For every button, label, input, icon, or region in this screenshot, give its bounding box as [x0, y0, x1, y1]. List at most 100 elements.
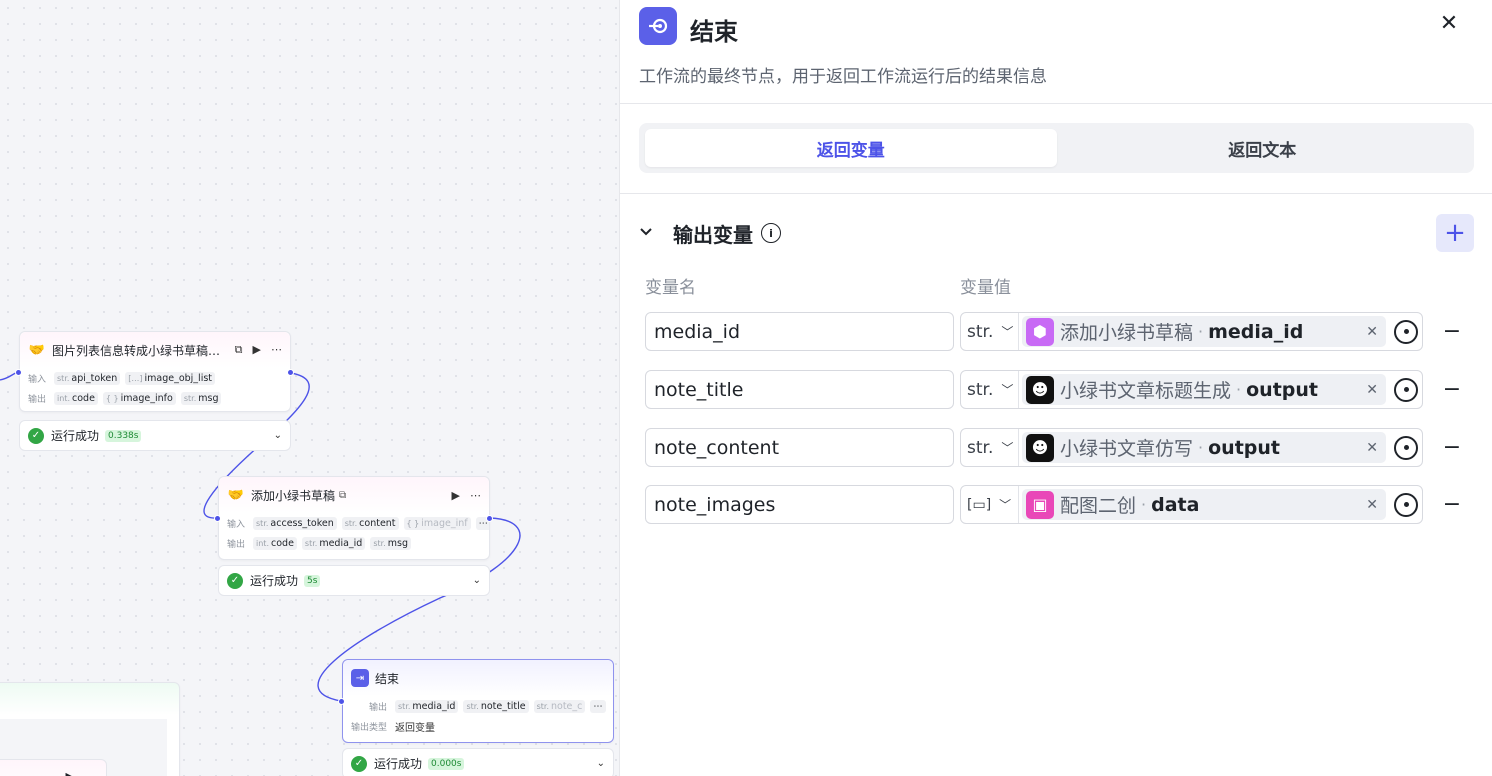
- param-tag: str. media_id: [395, 699, 459, 713]
- section-title: 输出变量: [673, 222, 753, 247]
- input-port[interactable]: [214, 515, 221, 522]
- image-edit-icon: ▣: [1026, 490, 1054, 519]
- node-inputs-row: 输入 str. access_token str. content { } image…: [219, 513, 489, 533]
- select-variable-icon[interactable]: [1394, 492, 1418, 517]
- output-variables-section-header: 输出变量 i +: [639, 213, 1474, 253]
- ref-separator: ·: [1198, 322, 1204, 341]
- chevron-down-icon: ﹀: [1001, 383, 1014, 397]
- node-header: ⇥ 结束: [343, 660, 613, 696]
- success-icon: ✓: [351, 755, 367, 772]
- param-tag: { } image_inf: [403, 516, 471, 530]
- clear-icon[interactable]: ✕: [1366, 324, 1378, 340]
- more-params-icon[interactable]: ⋯: [590, 699, 606, 713]
- ref-node-name: 添加小绿书草稿: [1060, 322, 1194, 344]
- remove-variable-button[interactable]: −: [1440, 435, 1464, 460]
- success-icon: ✓: [28, 427, 44, 444]
- type-select[interactable]: [▭] ﹀: [961, 486, 1019, 523]
- type-select[interactable]: str. ﹀: [961, 429, 1019, 466]
- output-type-label: 输出类型: [351, 722, 388, 733]
- variable-reference[interactable]: ⬢ 添加小绿书草稿 · media_id ✕: [1022, 316, 1386, 347]
- variable-value-field: str. ﹀ ☻ 小绿书文章仿写 · output ✕: [960, 428, 1423, 467]
- ref-node-name: 配图二创: [1060, 495, 1137, 517]
- variable-row: note_content str. ﹀ ☻ 小绿书文章仿写 · output ✕ …: [645, 428, 1485, 467]
- workflow-node-add-draft[interactable]: 🤝 添加小绿书草稿 ⧉ ▶ ⋯ 输入 str. access_token str.…: [218, 476, 490, 560]
- workflow-node-partial[interactable]: ▶: [0, 682, 180, 776]
- node-inputs-row: 输入 str. api_token […] image_obj_list: [20, 368, 290, 388]
- node-outputs-row: 输出 str. media_id str. note_title str. note_…: [343, 696, 613, 716]
- add-variable-button[interactable]: +: [1436, 214, 1474, 252]
- run-status-bar[interactable]: ✓ 运行成功 0.000s ⌄: [342, 748, 614, 776]
- more-icon[interactable]: ⋯: [470, 489, 481, 502]
- run-icon[interactable]: ▶: [253, 343, 261, 357]
- param-tag: str. note_title: [463, 699, 529, 713]
- success-icon: ✓: [227, 572, 243, 589]
- outputs-label: 输出: [369, 702, 388, 713]
- chevron-down-icon[interactable]: ⌄: [473, 575, 481, 586]
- duration-badge: 0.338s: [105, 429, 142, 442]
- variable-name-input[interactable]: note_content: [645, 428, 954, 467]
- chevron-down-icon: ﹀: [999, 498, 1012, 512]
- param-tag: str. msg: [370, 536, 411, 550]
- duration-badge: 5s: [304, 574, 321, 587]
- tab-return-text[interactable]: 返回文本: [1057, 129, 1469, 167]
- chevron-down-icon[interactable]: ⌄: [274, 430, 282, 441]
- copy-icon[interactable]: ⧉: [339, 490, 346, 501]
- clear-icon[interactable]: ✕: [1366, 497, 1378, 513]
- more-icon[interactable]: ⋯: [271, 343, 282, 357]
- llm-agent-icon: ☻: [1026, 433, 1054, 462]
- node-title: 添加小绿书草稿: [251, 488, 336, 503]
- param-tag: str. media_id: [301, 536, 366, 550]
- chevron-down-icon: ﹀: [1001, 325, 1014, 339]
- param-tag: […] image_obj_list: [125, 371, 216, 385]
- param-tag: int. code: [54, 391, 98, 405]
- variable-reference[interactable]: ☻ 小绿书文章标题生成 · output ✕: [1022, 374, 1386, 405]
- run-icon[interactable]: ▶: [452, 489, 460, 502]
- variable-reference[interactable]: ☻ 小绿书文章仿写 · output ✕: [1022, 432, 1386, 463]
- type-select[interactable]: str. ﹀: [961, 371, 1019, 408]
- remove-variable-button[interactable]: −: [1440, 492, 1464, 517]
- select-variable-icon[interactable]: [1394, 319, 1418, 344]
- remove-variable-button[interactable]: −: [1440, 319, 1464, 344]
- duration-badge: 0.000s: [428, 757, 465, 770]
- info-icon[interactable]: i: [761, 223, 781, 243]
- type-select[interactable]: str. ﹀: [961, 313, 1019, 350]
- select-variable-icon[interactable]: [1394, 435, 1418, 460]
- status-text: 运行成功: [374, 757, 423, 771]
- tab-return-variables[interactable]: 返回变量: [645, 129, 1057, 167]
- output-type-value: 返回变量: [395, 722, 436, 734]
- chevron-down-icon[interactable]: ⌄: [597, 758, 605, 769]
- chevron-down-icon[interactable]: [639, 226, 661, 241]
- clear-icon[interactable]: ✕: [1366, 382, 1378, 398]
- variable-reference[interactable]: ▣ 配图二创 · data ✕: [1022, 489, 1386, 520]
- end-node-icon: ⇥: [351, 669, 369, 687]
- workflow-node-image-list-convert[interactable]: 🤝 图片列表信息转成小绿书草稿… ⧉ ▶ ⋯ 输入 str. api_token …: [19, 331, 291, 412]
- inputs-label: 输入: [28, 374, 47, 385]
- run-status-bar[interactable]: ✓ 运行成功 0.338s ⌄: [19, 420, 291, 451]
- workflow-canvas[interactable]: 🤝 图片列表信息转成小绿书草稿… ⧉ ▶ ⋯ 输入 str. api_token …: [0, 0, 619, 776]
- run-status-bar[interactable]: ✓ 运行成功 5s ⌄: [218, 565, 490, 596]
- inputs-label: 输入: [227, 519, 246, 530]
- output-port[interactable]: [486, 515, 493, 522]
- param-tag: str. access_token: [253, 516, 337, 530]
- output-port[interactable]: [287, 369, 294, 376]
- workflow-node-end[interactable]: ⇥ 结束 输出 str. media_id str. note_title str.…: [342, 659, 614, 743]
- variable-name-input[interactable]: note_title: [645, 370, 954, 409]
- ref-separator: ·: [1198, 438, 1204, 457]
- node-header: 🤝 图片列表信息转成小绿书草稿… ⧉ ▶ ⋯: [20, 332, 290, 368]
- clear-icon[interactable]: ✕: [1366, 440, 1378, 456]
- input-port[interactable]: [15, 369, 22, 376]
- param-tag: str. msg: [180, 391, 222, 405]
- panel-description: 工作流的最终节点，用于返回工作流运行后的结果信息: [639, 67, 1047, 87]
- copy-icon[interactable]: ⧉: [235, 343, 243, 357]
- close-icon[interactable]: ✕: [1436, 10, 1462, 36]
- remove-variable-button[interactable]: −: [1440, 377, 1464, 402]
- input-port[interactable]: [338, 698, 345, 705]
- select-variable-icon[interactable]: [1394, 377, 1418, 402]
- ref-node-name: 小绿书文章标题生成: [1060, 380, 1232, 402]
- plugin-cube-icon: ⬢: [1026, 317, 1054, 346]
- ref-separator: ·: [1141, 495, 1147, 514]
- llm-agent-icon: ☻: [1026, 375, 1054, 404]
- variable-name-input[interactable]: note_images: [645, 485, 954, 524]
- variable-name-input[interactable]: media_id: [645, 312, 954, 351]
- node-title: 结束: [375, 671, 400, 686]
